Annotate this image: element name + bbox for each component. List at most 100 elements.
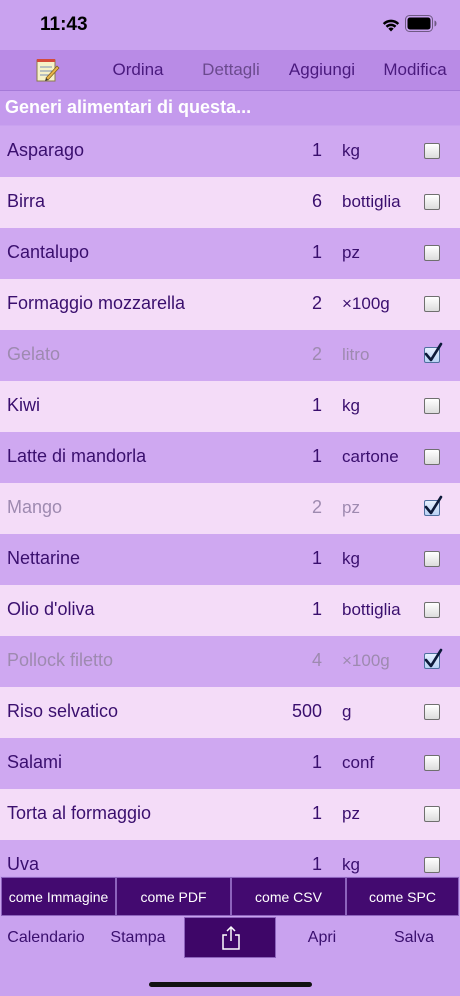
list-item[interactable]: Kiwi 1 kg [0,381,460,432]
item-unit: bottiglia [342,192,401,211]
sort-button[interactable]: Ordina [103,50,173,90]
item-name: Birra [7,191,46,211]
item-name: Pollock filetto [7,650,114,670]
item-unit: kg [342,141,360,160]
item-quantity: 6 [311,191,322,211]
item-quantity: 1 [311,548,322,568]
item-name: Asparago [7,140,85,160]
list-item[interactable]: Pollock filetto 4 ×100g [0,636,460,687]
item-checkbox[interactable] [424,755,440,771]
export-bar: come Immagine come PDF come CSV come SPC [0,876,460,917]
print-button[interactable]: Stampa [92,917,184,959]
checkmark-icon [424,648,443,668]
item-checkbox[interactable] [424,296,440,312]
item-quantity: 1 [311,803,322,823]
item-quantity: 1 [311,599,322,619]
details-button[interactable]: Dettagli [193,50,269,90]
item-checkbox[interactable] [424,143,440,159]
list-item[interactable]: Torta al formaggio 1 pz [0,789,460,840]
item-unit: kg [342,549,360,568]
list-item[interactable]: Salami 1 conf [0,738,460,789]
list-item[interactable]: Uva 1 kg [0,840,460,876]
item-unit: kg [342,396,360,415]
item-name: Torta al formaggio [7,803,152,823]
item-unit: conf [342,753,375,772]
item-name: Cantalupo [7,242,90,262]
save-button[interactable]: Salva [368,917,460,959]
item-name: Formaggio mozzarella [7,293,186,313]
share-icon [222,925,240,950]
list-item[interactable]: Latte di mandorla 1 cartone [0,432,460,483]
item-checkbox[interactable] [424,245,440,261]
item-unit: ×100g [342,294,390,313]
item-unit: litro [342,345,370,364]
battery-icon [405,15,437,32]
section-title: Generi alimentari di questa... [5,97,252,117]
item-unit: cartone [342,447,399,466]
item-quantity: 500 [291,701,322,721]
item-quantity: 2 [311,497,322,517]
edit-button[interactable]: Modifica [375,50,455,90]
status-time: 11:43 [40,14,88,35]
list-item[interactable]: Olio d'oliva 1 bottiglia [0,585,460,636]
checkmark-icon [424,495,443,515]
wifi-icon [382,19,400,32]
item-checkbox[interactable] [424,806,440,822]
item-checkbox[interactable] [424,551,440,567]
section-header: Generi alimentari di questa... [0,91,460,125]
item-unit: pz [342,498,360,517]
item-name: Olio d'oliva [7,599,95,619]
item-checkbox[interactable] [424,704,440,720]
item-checkbox[interactable] [424,194,440,210]
item-unit: g [342,702,352,721]
list-item[interactable]: Cantalupo 1 pz [0,228,460,279]
item-checkbox[interactable] [424,342,443,363]
export-image-button[interactable]: come Immagine [1,877,116,916]
item-quantity: 1 [311,752,322,772]
checkmark-icon [424,342,443,362]
item-quantity: 2 [311,344,322,364]
item-name: Latte di mandorla [7,446,147,466]
list-item[interactable]: Birra 6 bottiglia [0,177,460,228]
item-unit: bottiglia [342,600,401,619]
grocery-list[interactable]: Asparago 1 kg Birra 6 bottiglia Cantalupo 1 pz Fo… [0,126,460,876]
export-spc-button[interactable]: come SPC [346,877,459,916]
home-indicator [149,982,312,987]
item-unit: pz [342,243,360,262]
item-quantity: 1 [311,854,322,874]
status-bar: 11:43 [0,0,460,50]
item-quantity: 4 [311,650,322,670]
item-checkbox[interactable] [424,648,443,669]
item-name: Nettarine [7,548,81,568]
item-name: Salami [7,752,63,772]
item-quantity: 1 [311,242,322,262]
item-unit: pz [342,804,360,823]
notepad-icon[interactable] [34,57,60,83]
item-checkbox[interactable] [424,449,440,465]
item-quantity: 1 [311,395,322,415]
add-button[interactable]: Aggiungi [282,50,362,90]
item-checkbox[interactable] [424,602,440,618]
list-item[interactable]: Gelato 2 litro [0,330,460,381]
list-item[interactable]: Nettarine 1 kg [0,534,460,585]
item-name: Mango [7,497,63,517]
list-item[interactable]: Mango 2 pz [0,483,460,534]
item-checkbox[interactable] [424,857,440,873]
open-button[interactable]: Apri [276,917,368,959]
item-name: Riso selvatico [7,701,119,721]
list-item[interactable]: Formaggio mozzarella 2 ×100g [0,279,460,330]
item-name: Kiwi [7,395,41,415]
share-button[interactable] [184,917,276,958]
item-name: Gelato [7,344,61,364]
item-checkbox[interactable] [424,398,440,414]
item-unit: kg [342,855,360,874]
item-checkbox[interactable] [424,495,443,516]
item-quantity: 1 [311,446,322,466]
list-item[interactable]: Riso selvatico 500 g [0,687,460,738]
calendar-button[interactable]: Calendario [0,917,92,959]
export-csv-button[interactable]: come CSV [231,877,346,916]
toolbar: Ordina Dettagli Aggiungi Modifica [0,50,460,91]
list-item[interactable]: Asparago 1 kg [0,126,460,177]
item-name: Uva [7,854,40,874]
export-pdf-button[interactable]: come PDF [116,877,231,916]
